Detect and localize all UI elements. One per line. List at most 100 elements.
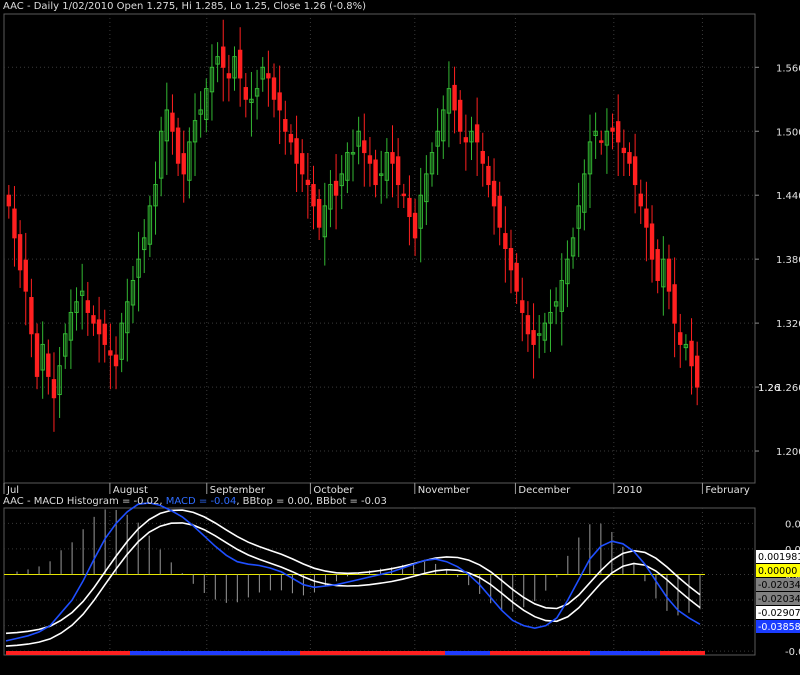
month-label: August xyxy=(113,485,148,496)
candle xyxy=(153,161,158,235)
candle xyxy=(537,315,542,359)
macd-y-tick-label: -0.0600 xyxy=(785,647,800,658)
candle xyxy=(458,90,463,145)
macd-y-axis: 0.04000.02000.0000-0.0200-0.0400-0.0600 xyxy=(4,519,800,658)
candle-body-down xyxy=(170,112,175,132)
candle xyxy=(429,142,435,187)
candle xyxy=(108,323,113,390)
candle-body-down xyxy=(226,73,232,79)
candle xyxy=(249,71,254,137)
price-y-tick-label: 1.500 xyxy=(776,127,800,138)
candle xyxy=(243,73,248,118)
candle-body-down xyxy=(649,223,655,260)
candle xyxy=(446,61,452,148)
candle xyxy=(6,184,12,219)
price-y-tick-label: 1.560 xyxy=(776,63,800,74)
candle xyxy=(345,142,350,194)
candle xyxy=(356,116,361,165)
candle-body-down xyxy=(627,152,632,164)
candle xyxy=(300,139,305,193)
macd-value-label: -0.038583 xyxy=(758,622,800,633)
candle-body-down xyxy=(491,180,497,207)
chart-stage: 1.5601.5001.4401.3801.3201.2601.200JulAu… xyxy=(0,0,800,671)
candle xyxy=(362,113,367,187)
candle xyxy=(170,94,175,155)
candle xyxy=(12,186,17,267)
candle xyxy=(215,42,220,83)
candle xyxy=(401,183,406,208)
candle xyxy=(237,27,243,107)
candle-body-down xyxy=(294,138,299,164)
candle-body-down xyxy=(362,140,367,154)
candle xyxy=(158,116,164,197)
candle-body-down xyxy=(452,84,457,111)
candle xyxy=(63,323,68,369)
candle xyxy=(209,44,215,121)
candle xyxy=(390,125,395,198)
month-label: February xyxy=(705,485,749,496)
candle-body-down xyxy=(407,197,412,218)
candle xyxy=(407,175,412,246)
candle xyxy=(441,95,446,159)
candle-body-down xyxy=(17,234,23,271)
candle xyxy=(226,54,232,102)
candle-body-down xyxy=(333,180,339,196)
candle xyxy=(125,278,130,362)
candle-body-down xyxy=(531,330,536,345)
candle xyxy=(379,150,384,204)
candle-body-down xyxy=(23,259,28,292)
candle xyxy=(520,277,525,342)
candle xyxy=(29,278,34,358)
candle xyxy=(136,231,141,312)
last-price-marker: 1.26 xyxy=(758,383,780,394)
candle xyxy=(542,312,548,353)
candle-body-down xyxy=(480,151,485,164)
candle xyxy=(531,303,536,379)
candle xyxy=(316,189,322,240)
candle-body-down xyxy=(632,156,638,186)
trend-bar xyxy=(6,651,705,655)
candle-body-down xyxy=(316,198,322,228)
candle xyxy=(452,66,457,134)
candle xyxy=(46,339,51,395)
candle xyxy=(474,97,480,177)
candle-body-down xyxy=(300,153,305,175)
candle-body-down xyxy=(599,140,604,143)
candle xyxy=(587,114,593,208)
macd-value-label: 0.00000 xyxy=(758,566,797,577)
candle xyxy=(604,108,610,174)
candle xyxy=(570,227,576,269)
candle xyxy=(593,112,598,159)
candle xyxy=(147,195,153,258)
candle xyxy=(198,91,203,138)
candle-body-down xyxy=(486,165,491,186)
candle xyxy=(463,114,469,171)
month-label: September xyxy=(210,485,266,496)
candle-body-down xyxy=(525,315,531,335)
candle xyxy=(615,94,621,177)
candle xyxy=(525,301,531,352)
candle-body-down xyxy=(311,184,316,207)
trend-bar-segment xyxy=(590,651,660,655)
candle xyxy=(486,156,491,198)
candle xyxy=(294,115,299,193)
candle xyxy=(548,289,553,352)
candle-body-down xyxy=(474,124,480,143)
candle xyxy=(491,158,497,235)
candle xyxy=(164,82,169,175)
candle xyxy=(68,289,74,369)
candle-body-down xyxy=(678,332,683,345)
candle xyxy=(480,132,485,187)
candle xyxy=(424,155,429,226)
candle-body-down xyxy=(6,194,12,207)
candle-body-down xyxy=(694,355,700,388)
candle xyxy=(119,312,124,373)
candle xyxy=(339,155,344,210)
candle xyxy=(350,129,356,182)
candle xyxy=(508,229,514,294)
candle xyxy=(627,142,632,177)
candle xyxy=(638,179,643,224)
candle xyxy=(412,198,418,256)
candle xyxy=(553,287,559,325)
price-y-tick-label: 1.200 xyxy=(776,447,800,458)
